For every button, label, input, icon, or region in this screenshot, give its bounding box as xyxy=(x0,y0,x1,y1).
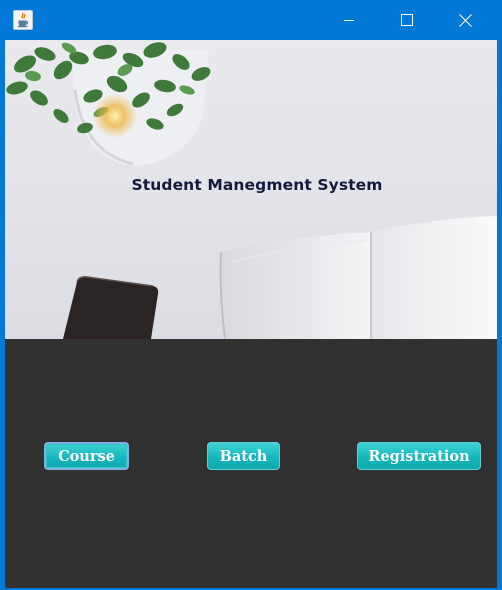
content-panel: Student Manegment System Course Batch Re… xyxy=(5,40,497,588)
course-button[interactable]: Course xyxy=(44,442,129,470)
minimize-button[interactable] xyxy=(320,0,378,40)
maximize-button[interactable] xyxy=(378,0,436,40)
header-image: Student Manegment System xyxy=(5,40,497,339)
close-button[interactable] xyxy=(436,0,494,40)
batch-button[interactable]: Batch xyxy=(207,442,280,470)
java-icon[interactable] xyxy=(13,10,33,30)
app-window: Student Manegment System Course Batch Re… xyxy=(0,0,502,590)
minimize-icon xyxy=(344,20,354,21)
registration-button[interactable]: Registration xyxy=(357,442,481,470)
close-icon xyxy=(458,13,472,27)
title-bar[interactable] xyxy=(0,0,502,40)
maximize-icon xyxy=(401,14,413,26)
app-title: Student Manegment System xyxy=(131,176,383,194)
